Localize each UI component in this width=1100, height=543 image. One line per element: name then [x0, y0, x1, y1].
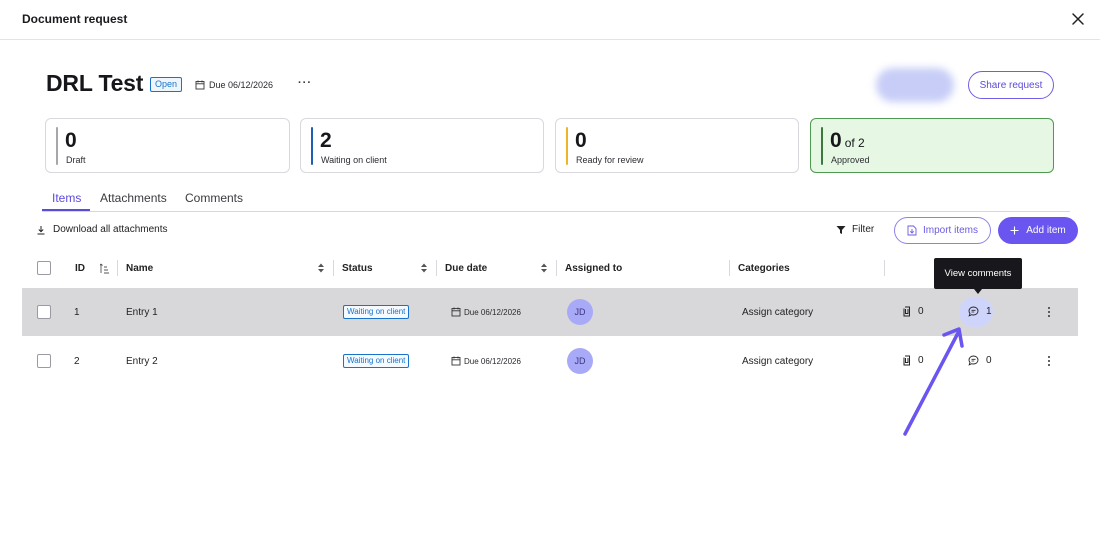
status-badge: Open	[150, 77, 183, 92]
summary-card-draft[interactable]: 0 Draft	[45, 118, 290, 173]
attachments-count[interactable]: 0	[903, 306, 924, 317]
import-icon	[907, 225, 917, 236]
summary-count: 0	[65, 129, 77, 152]
request-due-text: Due 06/12/2026	[209, 80, 274, 90]
summary-label: Waiting on client	[321, 155, 387, 165]
download-icon	[37, 225, 45, 234]
view-comments-tooltip: View comments	[934, 258, 1022, 289]
paperclip-icon	[903, 306, 910, 317]
header-name[interactable]: Name	[126, 263, 153, 274]
assign-category-link[interactable]: Assign category	[742, 307, 813, 318]
share-request-button[interactable]: Share request	[968, 71, 1054, 99]
comment-icon	[968, 306, 979, 317]
active-tab-indicator	[42, 209, 90, 211]
calendar-icon	[451, 356, 461, 366]
import-items-label: Import items	[922, 225, 978, 236]
attachments-count[interactable]: 0	[903, 355, 924, 366]
row-due-date[interactable]: Due 06/12/2026	[451, 307, 521, 317]
header-assigned-to[interactable]: Assigned to	[565, 263, 622, 274]
row-status-badge: Waiting on client	[343, 354, 410, 368]
download-all-button[interactable]: Download all attachments	[36, 224, 168, 235]
summary-card-waiting[interactable]: 2 Waiting on client	[300, 118, 544, 173]
column-divider	[333, 260, 334, 276]
sort-icon[interactable]	[317, 262, 325, 274]
sort-icon[interactable]	[540, 262, 548, 274]
row-status-badge: Waiting on client	[343, 305, 410, 319]
summary-count: 0	[575, 129, 587, 152]
tooltip-arrow	[974, 289, 982, 294]
select-all-checkbox[interactable]	[37, 261, 51, 275]
table-row[interactable]: 1 Entry 1 Waiting on client Due 06/12/20…	[22, 288, 1078, 336]
row-due-date[interactable]: Due 06/12/2026	[451, 356, 521, 366]
header-categories[interactable]: Categories	[738, 263, 790, 274]
row-due-text: Due 06/12/2026	[464, 356, 521, 366]
modal-title: Document request	[22, 12, 128, 26]
blurred-user-pill	[876, 68, 954, 102]
filter-label: Filter	[852, 224, 875, 235]
column-divider	[436, 260, 437, 276]
tab-bar: Items Attachments Comments	[42, 188, 1070, 212]
summary-label: Approved	[831, 155, 870, 165]
header-id[interactable]: ID	[75, 263, 85, 274]
summary-card-ready[interactable]: 0 Ready for review	[555, 118, 799, 173]
header-status[interactable]: Status	[342, 263, 373, 274]
avatar[interactable]: JD	[567, 299, 593, 325]
table-header: ID Name Status Due date Assigned to Cate…	[22, 254, 1078, 284]
summary-label: Ready for review	[576, 155, 644, 165]
modal-header: Document request	[0, 0, 1100, 40]
column-divider	[884, 260, 885, 276]
row-id: 1	[74, 307, 80, 318]
column-divider	[729, 260, 730, 276]
filter-icon	[836, 225, 846, 234]
column-divider	[117, 260, 118, 276]
summary-bar	[56, 127, 58, 165]
add-item-label: Add item	[1026, 225, 1066, 236]
more-options-button[interactable]: ···	[298, 77, 312, 89]
row-more-icon[interactable]	[1046, 354, 1052, 368]
tab-comments[interactable]: Comments	[185, 191, 243, 205]
request-due-date: Due 06/12/2026	[195, 80, 273, 90]
tab-items[interactable]: Items	[52, 191, 81, 205]
view-comments-button[interactable]: 1	[968, 306, 992, 317]
close-icon[interactable]	[1070, 11, 1086, 27]
calendar-icon	[451, 307, 461, 317]
assign-category-link[interactable]: Assign category	[742, 356, 813, 367]
filter-button[interactable]: Filter	[836, 224, 874, 235]
view-comments-button[interactable]: 0	[968, 355, 992, 366]
summary-count: 2	[320, 129, 332, 152]
summary-bar	[566, 127, 568, 165]
summary-total: of 2	[844, 136, 865, 150]
row-checkbox[interactable]	[37, 305, 51, 319]
header-due-date[interactable]: Due date	[445, 263, 487, 274]
calendar-icon	[195, 80, 205, 90]
summary-bar	[821, 127, 823, 165]
download-all-label: Download all attachments	[53, 224, 168, 235]
row-checkbox[interactable]	[37, 354, 51, 368]
tab-attachments[interactable]: Attachments	[100, 191, 167, 205]
avatar[interactable]: JD	[567, 348, 593, 374]
sort-ascending-icon[interactable]	[100, 262, 110, 274]
import-items-button[interactable]: Import items	[894, 217, 991, 244]
row-id: 2	[74, 356, 80, 367]
paperclip-icon	[903, 355, 910, 366]
row-name[interactable]: Entry 2	[126, 356, 158, 367]
comment-icon	[968, 355, 979, 366]
summary-label: Draft	[66, 155, 86, 165]
table-row[interactable]: 2 Entry 2 Waiting on client Due 06/12/20…	[22, 337, 1078, 385]
column-divider	[556, 260, 557, 276]
sort-icon[interactable]	[420, 262, 428, 274]
page-title: DRL Test	[46, 70, 144, 96]
row-due-text: Due 06/12/2026	[464, 307, 521, 317]
row-name[interactable]: Entry 1	[126, 307, 158, 318]
summary-card-approved[interactable]: 0 of 2 Approved	[810, 118, 1054, 173]
summary-count: 0 of 2	[830, 129, 865, 152]
add-item-button[interactable]: Add item	[998, 217, 1078, 244]
plus-icon	[1010, 226, 1019, 235]
summary-bar	[311, 127, 313, 165]
row-more-icon[interactable]	[1046, 305, 1052, 319]
